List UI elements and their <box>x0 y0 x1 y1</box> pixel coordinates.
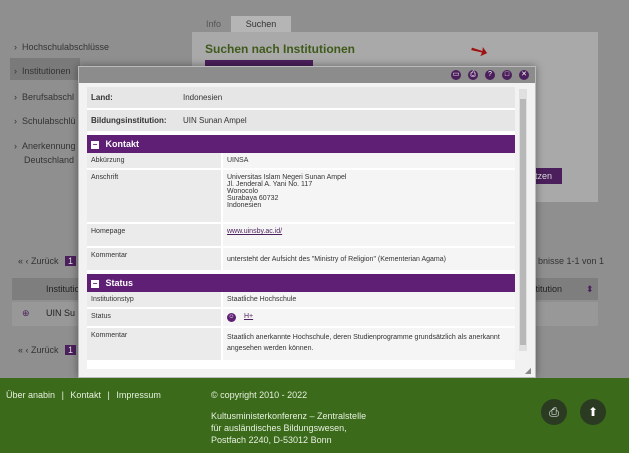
sort-icon[interactable]: ⬍ <box>586 284 594 295</box>
land-value: Indonesien <box>183 93 223 102</box>
institution-value: UIN Sunan Ampel <box>183 116 247 125</box>
print-button-icon[interactable]: ⎙ <box>541 399 567 425</box>
sidebar-item-anerkennung[interactable]: Anerkennung <box>14 141 76 151</box>
section-status[interactable]: − Status <box>87 274 515 292</box>
section-kontakt-title: Kontakt <box>105 139 140 149</box>
status-link[interactable]: H+ <box>244 313 253 320</box>
abkuerzung-value: UINSA <box>223 153 515 168</box>
section-status-title: Status <box>105 278 134 288</box>
status-label: Status <box>87 309 221 326</box>
column-header-institution[interactable]: Institutio <box>46 284 80 294</box>
kommentar-row: Kommentar untersteht der Aufsicht des "M… <box>87 248 515 272</box>
smiley-icon: ☺ <box>227 313 236 322</box>
resize-handle-icon[interactable]: ◢ <box>525 366 531 375</box>
homepage-label: Homepage <box>87 224 221 246</box>
help-icon[interactable]: ? <box>485 70 495 80</box>
institutionstyp-value: Staatliche Hochschule <box>223 292 515 307</box>
sidebar-item-berufsabschluesse[interactable]: Berufsabschl <box>14 92 74 102</box>
scroll-top-button-icon[interactable]: ⬆ <box>580 399 606 425</box>
anschrift-label: Anschrift <box>87 170 221 222</box>
tab-bar: Info Suchen <box>196 16 292 32</box>
footer-link-kontakt[interactable]: Kontakt <box>70 390 101 400</box>
land-label: Land: <box>91 93 113 102</box>
pager-prev-link[interactable]: « ‹ Zurück <box>18 345 59 355</box>
institutionstyp-label: Institutionstyp <box>87 292 221 307</box>
institution-label: Bildungsinstitution: <box>91 116 167 125</box>
kommentar-label: Kommentar <box>87 248 221 270</box>
print-icon[interactable]: ⎙ <box>468 70 478 80</box>
close-icon[interactable]: ✕ <box>519 70 529 80</box>
sidebar-item-hochschulabschluesse[interactable]: Hochschulabschlüsse <box>14 42 109 52</box>
dialog-scrollbar[interactable] <box>519 89 527 351</box>
homepage-link[interactable]: www.uinsby.ac.id/ <box>227 228 282 235</box>
sidebar-item-institutionen[interactable]: Institutionen <box>14 66 71 76</box>
kommentar2-label: Kommentar <box>87 328 221 360</box>
address-line: für ausländisches Bildungswesen, <box>211 423 347 433</box>
footer-separator: | <box>107 390 110 400</box>
copyright: © copyright 2010 - 2022 <box>211 390 308 400</box>
minimize-icon[interactable]: ▭ <box>451 70 461 80</box>
panel-title: Suchen nach Institutionen <box>205 42 356 56</box>
status-row: Status ☺ H+ <box>87 309 515 328</box>
kommentar2-row: Kommentar Staatlich anerkannte Hochschul… <box>87 328 515 362</box>
kommentar-value: untersteht der Aufsicht des "Ministry of… <box>223 248 515 270</box>
address-line: Indonesien <box>227 202 262 209</box>
land-row: Land: Indonesien <box>87 87 515 110</box>
sidebar-item-schulabschluesse[interactable]: Schulabschlü <box>14 116 76 126</box>
footer-link-ueber[interactable]: Über anabin <box>6 390 55 400</box>
scrollbar-thumb[interactable] <box>520 99 526 345</box>
sidebar-item-deutschland[interactable]: Deutschland <box>24 155 74 165</box>
institution-detail-dialog: ▭ ⎙ ? □ ✕ Land: Indonesien Bildungsinsti… <box>78 66 536 378</box>
address-line: Jl. Jenderal A. Yani No. 117 <box>227 181 313 188</box>
footer: Über anabin | Kontakt | Impressum © copy… <box>0 378 629 453</box>
homepage-value: www.uinsby.ac.id/ <box>223 224 515 246</box>
anschrift-row: Anschrift Universitas Islam Negeri Sunan… <box>87 170 515 224</box>
institutionstyp-row: Institutionstyp Staatliche Hochschule <box>87 292 515 309</box>
address-line: Wonocolo <box>227 188 259 195</box>
homepage-row: Homepage www.uinsby.ac.id/ <box>87 224 515 248</box>
kommentar2-value: Staatlich anerkannte Hochschule, deren S… <box>223 328 515 360</box>
status-value: ☺ H+ <box>223 309 515 326</box>
anschrift-value: Universitas Islam Negeri Sunan Ampel Jl.… <box>223 170 515 222</box>
result-count: bnisse 1-1 von 1 <box>538 256 605 266</box>
collapse-icon[interactable]: − <box>91 141 99 149</box>
pager-bottom: « ‹ Zurück 1 <box>18 345 77 355</box>
dialog-toolbar: ▭ ⎙ ? □ ✕ <box>79 67 535 83</box>
pager-top: « ‹ Zurück 1 <box>18 256 77 266</box>
address-line: Postfach 2240, D-53012 Bonn <box>211 435 332 445</box>
pager-prev-link[interactable]: « ‹ Zurück <box>18 256 59 266</box>
collapse-icon[interactable]: − <box>91 280 99 288</box>
footer-links: Über anabin | Kontakt | Impressum <box>6 390 165 400</box>
expand-row-icon[interactable]: ⊕ <box>22 308 30 319</box>
institution-row: Bildungsinstitution: UIN Sunan Ampel <box>87 110 515 133</box>
tab-suchen[interactable]: Suchen <box>231 16 292 32</box>
pager-page-number[interactable]: 1 <box>65 345 77 355</box>
address-line: Surabaya 60732 <box>227 195 279 202</box>
abkuerzung-row: Abkürzung UINSA <box>87 153 515 170</box>
maximize-icon[interactable]: □ <box>502 70 512 80</box>
abkuerzung-label: Abkürzung <box>87 153 221 168</box>
tab-info[interactable]: Info <box>196 16 231 32</box>
row-institution-name[interactable]: UIN Su <box>46 308 75 318</box>
section-kontakt[interactable]: − Kontakt <box>87 135 515 153</box>
dialog-content: Land: Indonesien Bildungsinstitution: UI… <box>87 87 515 369</box>
address-line: Kultusministerkonferenz – Zentralstelle <box>211 411 367 421</box>
address-line: Universitas Islam Negeri Sunan Ampel <box>227 174 347 181</box>
footer-separator: | <box>61 390 64 400</box>
footer-address: Kultusministerkonferenz – Zentralstelle … <box>211 410 371 446</box>
footer-link-impressum[interactable]: Impressum <box>116 390 161 400</box>
pager-page-number[interactable]: 1 <box>65 256 77 266</box>
